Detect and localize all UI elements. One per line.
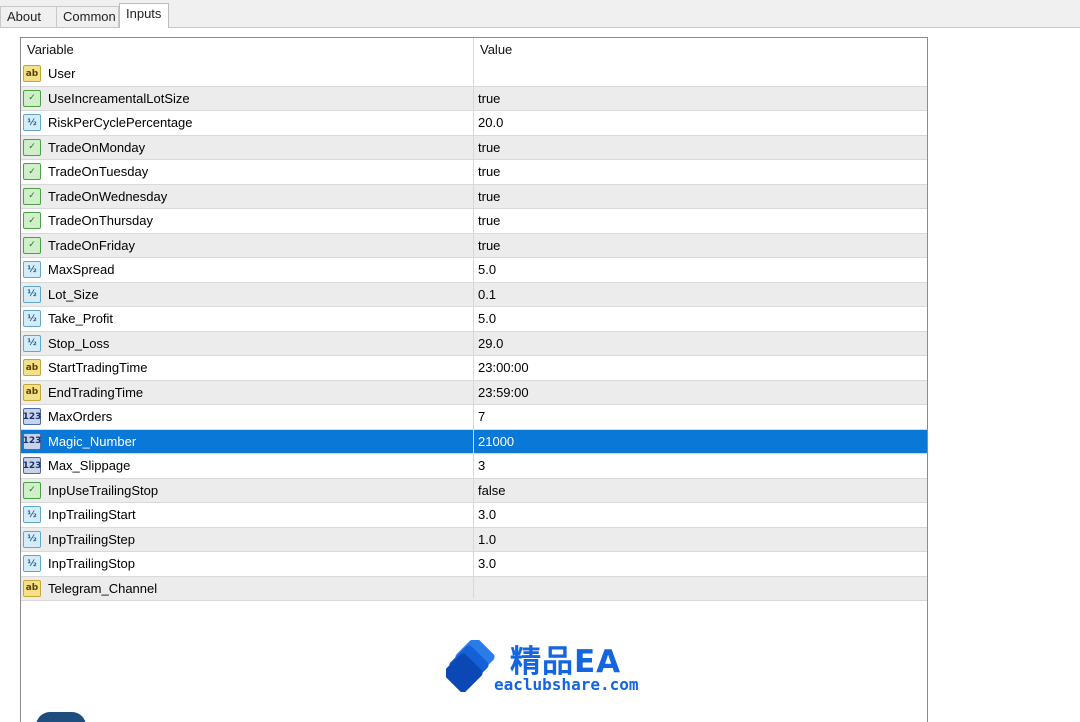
table-row[interactable]: ✓ TradeOnWednesday true: [21, 184, 927, 209]
string-type-icon: ab: [23, 383, 41, 401]
int-type-icon: 123: [23, 432, 41, 450]
grid-header: Variable Value: [21, 38, 927, 62]
bool-type-icon: ✓: [23, 236, 41, 254]
variable-value[interactable]: true: [478, 160, 500, 184]
variable-name[interactable]: InpTrailingStop: [48, 552, 135, 576]
variable-value[interactable]: 20.0: [478, 111, 503, 135]
variable-value[interactable]: 3: [478, 454, 485, 478]
double-type-icon: ½: [23, 114, 41, 131]
string-type-icon: ab: [23, 579, 41, 597]
variable-value[interactable]: 21000: [478, 430, 514, 454]
variable-name[interactable]: User: [48, 62, 75, 86]
table-row[interactable]: ½ Lot_Size 0.1: [21, 282, 927, 307]
variable-value[interactable]: 5.0: [478, 258, 496, 282]
variable-value[interactable]: 3.0: [478, 503, 496, 527]
inputs-grid[interactable]: Variable Value ab User ✓ UseIncreamentalLot…: [20, 37, 928, 722]
table-row[interactable]: 123 Max_Slippage 3: [21, 454, 927, 479]
tab-about[interactable]: About: [0, 6, 57, 27]
string-type-icon: ab: [23, 65, 41, 82]
column-header-variable[interactable]: Variable: [21, 38, 473, 62]
column-header-value[interactable]: Value: [474, 38, 927, 62]
grid-rows: ab User ✓ UseIncreamentalLotSize true ½ RiskPe…: [21, 62, 927, 601]
tab-bar: About Common Inputs: [0, 0, 1080, 28]
variable-name[interactable]: Max_Slippage: [48, 454, 130, 478]
bool-type-icon: ✓: [23, 138, 41, 156]
variable-value[interactable]: 23:00:00: [478, 356, 529, 380]
bool-type-icon: ✓: [23, 163, 41, 180]
variable-value[interactable]: 1.0: [478, 528, 496, 552]
variable-value[interactable]: 23:59:00: [478, 381, 529, 405]
variable-name[interactable]: InpTrailingStart: [48, 503, 136, 527]
int-type-icon: 123: [23, 457, 41, 474]
variable-value[interactable]: 5.0: [478, 307, 496, 331]
table-row[interactable]: ✓ TradeOnThursday true: [21, 209, 927, 234]
variable-value[interactable]: true: [478, 87, 500, 111]
variable-value[interactable]: true: [478, 136, 500, 160]
variable-value[interactable]: true: [478, 209, 500, 233]
table-row[interactable]: ab EndTradingTime 23:59:00: [21, 380, 927, 405]
column-separator[interactable]: [473, 38, 474, 598]
variable-value[interactable]: 7: [478, 405, 485, 429]
variable-name[interactable]: TradeOnThursday: [48, 209, 153, 233]
bool-type-icon: ✓: [23, 187, 41, 205]
variable-value[interactable]: true: [478, 234, 500, 258]
variable-name[interactable]: MaxSpread: [48, 258, 114, 282]
variable-name[interactable]: TradeOnTuesday: [48, 160, 148, 184]
table-row[interactable]: ✓ InpUseTrailingStop false: [21, 478, 927, 503]
variable-name[interactable]: InpTrailingStep: [48, 528, 135, 552]
bool-type-icon: ✓: [23, 481, 41, 499]
double-type-icon: ½: [23, 310, 41, 327]
double-type-icon: ½: [23, 530, 41, 548]
variable-name[interactable]: UseIncreamentalLotSize: [48, 87, 190, 111]
variable-name[interactable]: TradeOnWednesday: [48, 185, 167, 209]
double-type-icon: ½: [23, 555, 41, 572]
variable-name[interactable]: Stop_Loss: [48, 332, 109, 356]
string-type-icon: ab: [23, 359, 41, 376]
double-type-icon: ½: [23, 261, 41, 278]
variable-name[interactable]: TradeOnMonday: [48, 136, 145, 160]
table-row[interactable]: 123 MaxOrders 7: [21, 405, 927, 430]
table-row[interactable]: ab StartTradingTime 23:00:00: [21, 356, 927, 381]
variable-name[interactable]: Telegram_Channel: [48, 577, 157, 601]
table-row[interactable]: ½ Stop_Loss 29.0: [21, 331, 927, 356]
watermark-logo: 精品EA eaclubshare.com: [446, 636, 646, 696]
table-row[interactable]: ½ MaxSpread 5.0: [21, 258, 927, 283]
table-row[interactable]: ✓ TradeOnFriday true: [21, 233, 927, 258]
variable-value[interactable]: false: [478, 479, 505, 503]
partial-logo-graphic: [36, 712, 86, 722]
variable-name[interactable]: TradeOnFriday: [48, 234, 135, 258]
variable-name[interactable]: MaxOrders: [48, 405, 112, 429]
double-type-icon: ½: [23, 334, 41, 352]
bool-type-icon: ✓: [23, 89, 41, 107]
variable-name[interactable]: EndTradingTime: [48, 381, 143, 405]
table-row[interactable]: ½ InpTrailingStop 3.0: [21, 552, 927, 577]
variable-name[interactable]: Magic_Number: [48, 430, 136, 454]
table-row[interactable]: ab Telegram_Channel: [21, 576, 927, 601]
table-row[interactable]: 123 Magic_Number 21000: [21, 429, 927, 454]
table-row[interactable]: ½ InpTrailingStart 3.0: [21, 503, 927, 528]
variable-value[interactable]: 3.0: [478, 552, 496, 576]
tab-common[interactable]: Common: [56, 6, 119, 27]
variable-name[interactable]: Lot_Size: [48, 283, 99, 307]
int-type-icon: 123: [23, 408, 41, 425]
variable-name[interactable]: Take_Profit: [48, 307, 113, 331]
variable-value[interactable]: 29.0: [478, 332, 503, 356]
table-row[interactable]: ✓ UseIncreamentalLotSize true: [21, 86, 927, 111]
variable-name[interactable]: RiskPerCyclePercentage: [48, 111, 193, 135]
double-type-icon: ½: [23, 506, 41, 523]
bool-type-icon: ✓: [23, 212, 41, 229]
variable-value[interactable]: true: [478, 185, 500, 209]
variable-value[interactable]: 0.1: [478, 283, 496, 307]
double-type-icon: ½: [23, 285, 41, 303]
table-row[interactable]: ½ Take_Profit 5.0: [21, 307, 927, 332]
tab-inputs[interactable]: Inputs: [119, 3, 169, 28]
table-row[interactable]: ✓ TradeOnMonday true: [21, 135, 927, 160]
table-row[interactable]: ✓ TradeOnTuesday true: [21, 160, 927, 185]
table-row[interactable]: ab User: [21, 62, 927, 87]
watermark-url: eaclubshare.com: [494, 675, 639, 694]
variable-name[interactable]: StartTradingTime: [48, 356, 147, 380]
variable-name[interactable]: InpUseTrailingStop: [48, 479, 158, 503]
table-row[interactable]: ½ InpTrailingStep 1.0: [21, 527, 927, 552]
table-row[interactable]: ½ RiskPerCyclePercentage 20.0: [21, 111, 927, 136]
